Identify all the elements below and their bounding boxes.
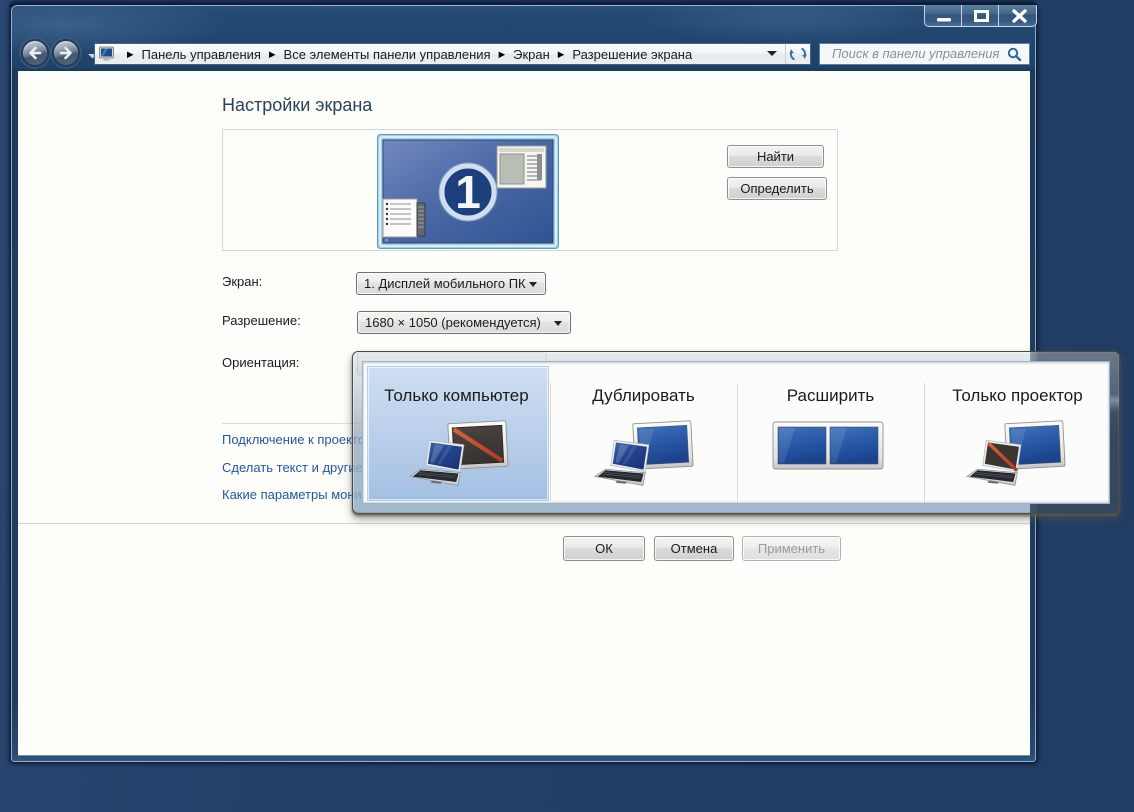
svg-text:1: 1: [455, 166, 481, 218]
